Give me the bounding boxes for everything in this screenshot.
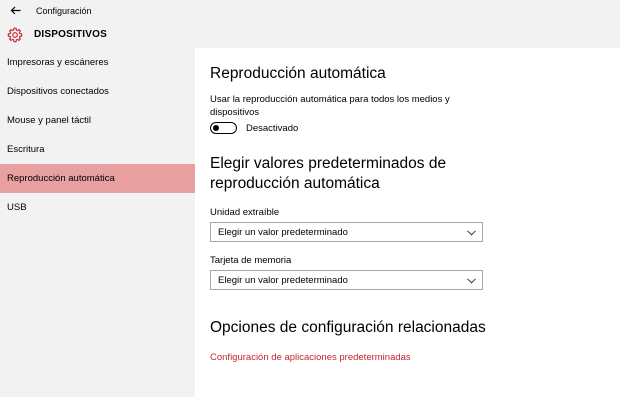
sidebar-item-label: USB <box>7 202 27 213</box>
sidebar-nav: Impresoras y escáneres Dispositivos cone… <box>0 48 195 222</box>
memory-card-label: Tarjeta de memoria <box>210 255 292 266</box>
autoplay-description: Usar la reproducción automática para tod… <box>210 94 450 118</box>
chevron-down-icon <box>466 228 476 238</box>
section-header: DISPOSITIVOS <box>0 21 195 48</box>
sidebar-item-label: Escritura <box>7 144 45 155</box>
autoplay-toggle[interactable] <box>210 122 237 134</box>
sidebar-item-label: Dispositivos conectados <box>7 86 109 97</box>
toggle-knob <box>213 124 219 131</box>
removable-drive-label: Unidad extraíble <box>210 207 280 218</box>
removable-drive-select[interactable]: Elegir un valor predeterminado <box>210 222 483 242</box>
sidebar-item-autoplay[interactable]: Reproducción automática <box>0 164 195 193</box>
title-bar: Configuración <box>0 0 620 21</box>
sidebar-item-printers[interactable]: Impresoras y escáneres <box>0 48 195 77</box>
removable-drive-value: Elegir un valor predeterminado <box>218 226 348 238</box>
gear-icon <box>6 26 24 44</box>
memory-card-select[interactable]: Elegir un valor predeterminado <box>210 270 483 290</box>
autoplay-toggle-row: Desactivado <box>210 122 610 134</box>
sidebar-item-connected-devices[interactable]: Dispositivos conectados <box>0 77 195 106</box>
back-button[interactable] <box>0 0 30 21</box>
related-settings-heading: Opciones de configuración relacionadas <box>210 319 486 336</box>
sidebar-item-label: Impresoras y escáneres <box>7 57 109 68</box>
defaults-heading: Elegir valores predeterminados de reprod… <box>210 155 447 192</box>
sidebar-item-usb[interactable]: USB <box>0 193 195 222</box>
autoplay-heading: Reproducción automática <box>210 65 386 82</box>
sidebar-item-typing[interactable]: Escritura <box>0 135 195 164</box>
header-strip <box>195 21 620 48</box>
sidebar-item-label: Mouse y panel táctil <box>7 115 91 126</box>
default-apps-link[interactable]: Configuración de aplicaciones predetermi… <box>210 352 610 363</box>
memory-card-value: Elegir un valor predeterminado <box>218 274 348 286</box>
sidebar-item-mouse-touchpad[interactable]: Mouse y panel táctil <box>0 106 195 135</box>
chevron-down-icon <box>466 276 476 286</box>
settings-window: Configuración DISPOSITIVOS Impresoras y … <box>0 0 620 397</box>
left-pane: DISPOSITIVOS Impresoras y escáneres Disp… <box>0 21 195 397</box>
sidebar-item-label: Reproducción automática <box>7 173 115 184</box>
autoplay-toggle-state: Desactivado <box>246 122 299 134</box>
main-content: Reproducción automática Usar la reproduc… <box>210 48 610 363</box>
section-title: DISPOSITIVOS <box>34 29 107 40</box>
window-title: Configuración <box>36 5 92 16</box>
back-arrow-icon <box>10 6 20 15</box>
